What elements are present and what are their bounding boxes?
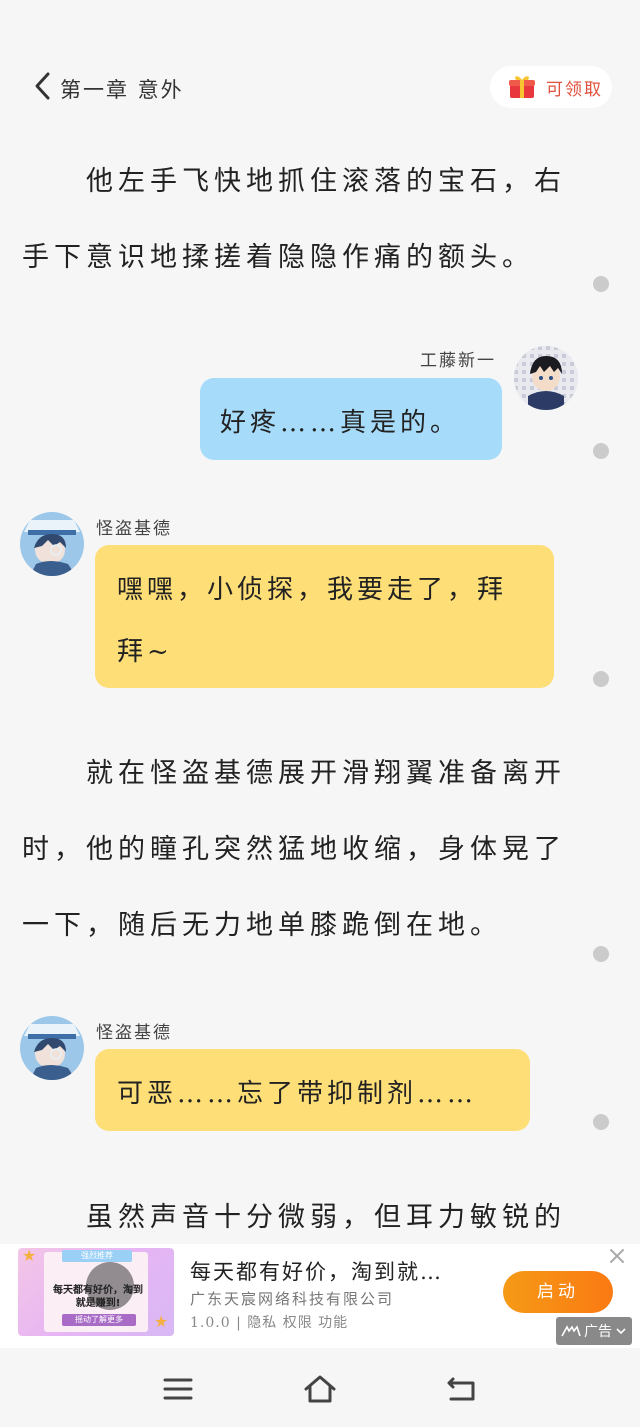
close-icon bbox=[610, 1249, 624, 1263]
chat-bubble[interactable]: 好疼……真是的。 bbox=[200, 378, 502, 460]
speaker-name: 工藤新一 bbox=[420, 351, 496, 371]
chat-bubble[interactable]: 嘿嘿，小侦探，我要走了，拜 拜~ bbox=[95, 545, 554, 688]
home-icon bbox=[304, 1375, 336, 1403]
avatar[interactable] bbox=[514, 346, 578, 410]
paragraph-line: 他左手飞快地抓住滚落的宝石，右 bbox=[86, 166, 566, 197]
comment-dot[interactable] bbox=[593, 946, 609, 962]
star-icon: ★ bbox=[154, 1312, 169, 1331]
system-nav-bar bbox=[0, 1352, 640, 1427]
chat-text: 好疼……真是的。 bbox=[220, 408, 461, 438]
speaker-name: 怪盗基德 bbox=[96, 1023, 172, 1043]
reader-header: 第一章 意外 可领取 bbox=[0, 58, 640, 116]
story-paragraph: 他左手飞快地抓住滚落的宝石，右 手下意识地揉搓着隐隐作痛的额头。 bbox=[22, 144, 582, 296]
comment-dot[interactable] bbox=[593, 443, 609, 459]
chat-text: 可恶……忘了带抑制剂…… bbox=[117, 1079, 478, 1109]
ad-image-text: 每天都有好价，淘到就是赚到! bbox=[53, 1285, 143, 1309]
ad-close-button[interactable] bbox=[607, 1246, 627, 1266]
story-paragraph: 就在怪盗基德展开滑翔翼准备离开 时，他的瞳孔突然猛地收缩，身体晃了 一下，随后无… bbox=[22, 736, 582, 964]
back-nav-button[interactable] bbox=[445, 1374, 479, 1404]
comment-dot[interactable] bbox=[593, 1114, 609, 1130]
paragraph-line: 就在怪盗基德展开滑翔翼准备离开 bbox=[86, 758, 566, 789]
home-button[interactable] bbox=[303, 1374, 337, 1404]
ad-badge-label: 广告 bbox=[584, 1324, 612, 1340]
comment-dot[interactable] bbox=[593, 276, 609, 292]
chevron-down-icon bbox=[616, 1328, 626, 1335]
paragraph-line: 手下意识地揉搓着隐隐作痛的额头。 bbox=[22, 242, 534, 273]
ad-launch-button[interactable]: 启动 bbox=[503, 1271, 613, 1313]
chat-bubble[interactable]: 可恶……忘了带抑制剂…… bbox=[95, 1049, 530, 1131]
chevron-left-icon bbox=[35, 72, 50, 100]
ad-badge[interactable]: 广告 bbox=[556, 1317, 632, 1345]
ad-image-tag: 强烈推荐 bbox=[62, 1250, 132, 1262]
ad-banner[interactable]: 强烈推荐 每天都有好价，淘到就是赚到! 摇动了解更多 ★ ★ 每天都有好价，淘到… bbox=[0, 1244, 640, 1348]
gift-icon bbox=[509, 76, 535, 98]
avatar[interactable] bbox=[20, 1016, 84, 1080]
paragraph-line: 虽然声音十分微弱，但耳力敏锐的 bbox=[86, 1202, 566, 1233]
paragraph-line: 一下，随后无力地单膝跪倒在地。 bbox=[22, 910, 502, 941]
comment-dot[interactable] bbox=[593, 671, 609, 687]
chat-text: 拜~ bbox=[117, 637, 173, 667]
menu-icon bbox=[163, 1378, 193, 1400]
ad-image[interactable]: 强烈推荐 每天都有好价，淘到就是赚到! 摇动了解更多 ★ ★ bbox=[18, 1248, 174, 1336]
speaker-name: 怪盗基德 bbox=[96, 519, 172, 539]
menu-button[interactable] bbox=[161, 1374, 195, 1404]
chapter-title[interactable]: 第一章 意外 bbox=[60, 74, 184, 104]
avatar[interactable] bbox=[20, 512, 84, 576]
paragraph-line: 时，他的瞳孔突然猛地收缩，身体晃了 bbox=[22, 834, 566, 865]
ad-logo-icon bbox=[561, 1325, 581, 1337]
reward-button[interactable]: 可领取 bbox=[490, 66, 612, 108]
ad-image-bar: 摇动了解更多 bbox=[62, 1314, 136, 1326]
back-button[interactable] bbox=[30, 70, 56, 102]
ad-company: 广东天宸网络科技有限公司 bbox=[190, 1290, 395, 1308]
ad-meta[interactable]: 1.0.0 | 隐私 权限 功能 bbox=[190, 1312, 348, 1332]
star-icon: ★ bbox=[22, 1248, 37, 1265]
reward-label: 可领取 bbox=[546, 79, 603, 100]
ad-title[interactable]: 每天都有好价，淘到就… bbox=[190, 1256, 443, 1286]
back-icon bbox=[447, 1377, 475, 1401]
chat-text: 嘿嘿，小侦探，我要走了，拜 bbox=[117, 575, 508, 605]
